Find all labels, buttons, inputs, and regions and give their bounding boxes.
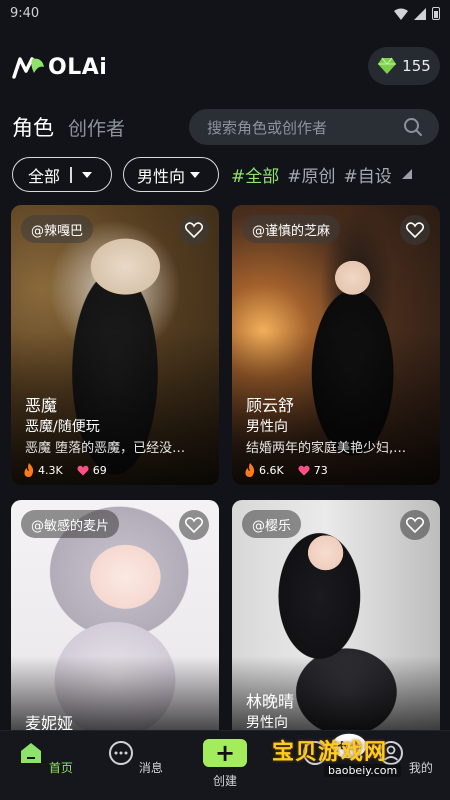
card-author[interactable]: @辣嘎巴 [21, 215, 94, 243]
nav-home-label: 首页 [48, 761, 73, 775]
card-likes: 69 [92, 463, 107, 477]
card-heat: 4.3K [38, 463, 63, 477]
battery-icon [432, 7, 440, 20]
site-watermark: 宝贝游戏网 baobeiy.com [268, 728, 438, 790]
character-card[interactable]: @樱乐 林晚晴 男性向 [232, 500, 440, 740]
home-icon [21, 743, 42, 763]
card-description: 结婚两年的家庭美艳少妇,… [246, 441, 407, 456]
tag-custom[interactable]: #自设 [344, 162, 392, 187]
scope-dropdown-value: 全部 [28, 166, 61, 186]
dropdown-divider [70, 166, 72, 183]
card-tag: 恶魔/随便玩 [25, 419, 100, 435]
card-tag: 男性向 [246, 419, 288, 435]
tag-original[interactable]: #原创 [287, 162, 335, 187]
nav-messages-label: 消息 [138, 761, 163, 775]
tab-characters[interactable]: 角色 [12, 112, 54, 142]
more-tags-icon[interactable] [401, 169, 412, 179]
search-input[interactable]: 搜索角色或创作者 [189, 109, 439, 145]
favorite-button[interactable] [400, 215, 430, 245]
fire-icon [245, 463, 255, 477]
logo-text: OLAi [48, 54, 108, 80]
nav-home[interactable]: 首页 [15, 739, 75, 776]
status-icons [394, 7, 440, 20]
heart-outline-icon [185, 517, 203, 533]
coin-count: 155 [402, 57, 431, 75]
fire-icon [24, 463, 34, 477]
chevron-down-icon [81, 171, 92, 178]
wifi-icon [394, 8, 408, 20]
scope-dropdown[interactable]: 全部 [12, 157, 112, 192]
heart-outline-icon [185, 222, 203, 238]
coin-balance-button[interactable]: 155 [368, 47, 440, 85]
search-icon[interactable] [403, 117, 423, 137]
audience-dropdown[interactable]: 男性向 [123, 157, 219, 192]
status-time: 9:40 [10, 6, 40, 21]
signal-icon [414, 7, 426, 20]
nav-create-label: 创建 [212, 774, 237, 788]
like-heart-icon [77, 465, 89, 475]
heart-outline-icon [406, 517, 424, 533]
logo-mark-icon [12, 57, 44, 79]
nav-create[interactable]: + 创建 [195, 739, 255, 789]
favorite-button[interactable] [179, 215, 209, 245]
tag-list: #全部 #原创 #自设 [231, 162, 412, 187]
audience-dropdown-value: 男性向 [137, 166, 186, 186]
message-icon [109, 741, 134, 765]
card-name: 林晚晴 [246, 692, 295, 711]
heart-outline-icon [406, 222, 424, 238]
search-placeholder: 搜索角色或创作者 [207, 118, 328, 137]
gem-icon [378, 57, 397, 74]
category-tabs: 角色 创作者 [12, 112, 125, 142]
card-stats: 6.6K 73 [244, 463, 328, 477]
card-heat: 6.6K [259, 463, 284, 477]
app-logo: OLAi [12, 52, 107, 82]
card-likes: 73 [313, 463, 328, 477]
status-bar: 9:40 [0, 0, 450, 30]
card-author[interactable]: @谨慎的芝麻 [242, 215, 341, 243]
plus-icon: + [203, 739, 247, 767]
like-heart-icon [298, 465, 310, 475]
tag-all[interactable]: #全部 [231, 162, 279, 187]
watermark-url: baobeiy.com [324, 764, 402, 777]
card-author[interactable]: @敏感的麦片 [21, 510, 120, 538]
character-card[interactable]: @辣嘎巴 恶魔 恶魔/随便玩 恶魔 堕落的恶魔，已经没… 4.3K 69 [11, 205, 219, 485]
tab-creators[interactable]: 创作者 [68, 114, 125, 141]
character-card[interactable]: @敏感的麦片 麦妮娅 [11, 500, 219, 740]
chevron-down-icon [190, 171, 201, 178]
card-author[interactable]: @樱乐 [242, 510, 302, 538]
watermark-text: 宝贝游戏网 [272, 740, 388, 765]
card-description: 恶魔 堕落的恶魔，已经没… [25, 441, 186, 456]
favorite-button[interactable] [400, 510, 430, 540]
card-stats: 4.3K 69 [23, 463, 107, 477]
card-name: 恶魔 [25, 396, 58, 415]
character-card[interactable]: @谨慎的芝麻 顾云舒 男性向 结婚两年的家庭美艳少妇,… 6.6K 73 [232, 205, 440, 485]
filter-row: 全部 男性向 #全部 #原创 #自设 [12, 157, 412, 192]
nav-messages[interactable]: 消息 [105, 739, 165, 776]
card-name: 顾云舒 [246, 396, 295, 415]
favorite-button[interactable] [179, 510, 209, 540]
